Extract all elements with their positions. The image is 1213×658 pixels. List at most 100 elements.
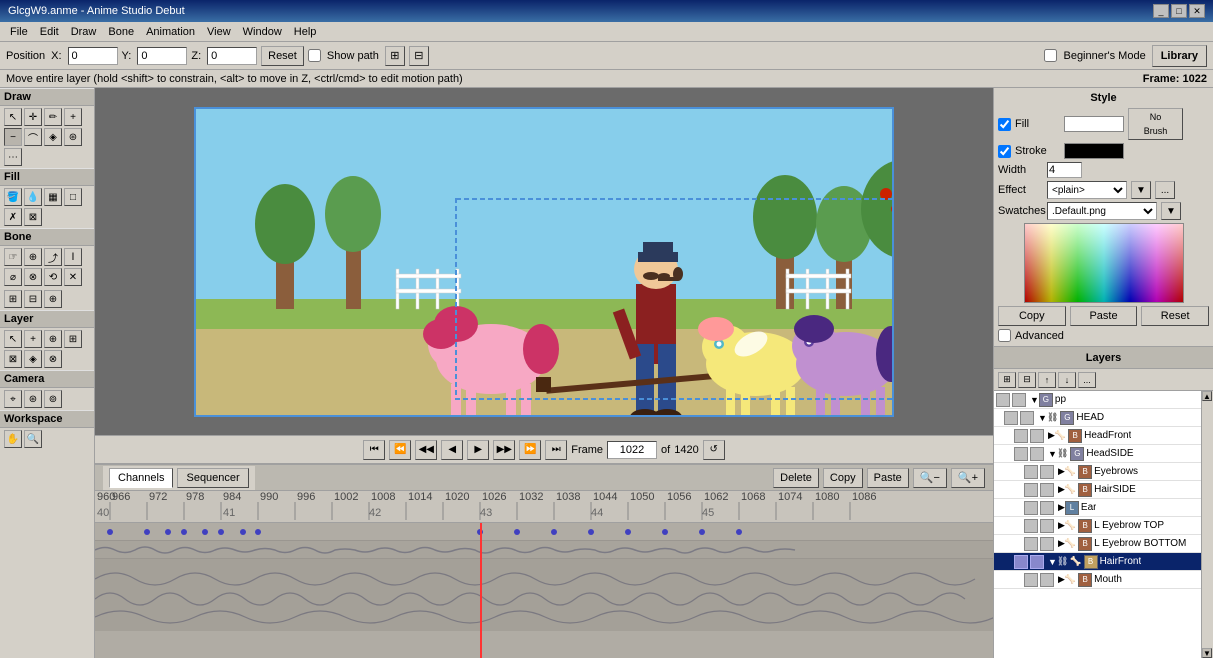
tool-select[interactable]: ↖ xyxy=(4,108,22,126)
layer-eye2-pp[interactable] xyxy=(1012,393,1026,407)
menu-animation[interactable]: Animation xyxy=(140,24,201,40)
tab-channels[interactable]: Channels xyxy=(109,468,173,488)
tool-draw[interactable]: ✏ xyxy=(44,108,62,126)
expand-button[interactable]: ⊞ xyxy=(385,46,405,66)
tool-zoom[interactable]: 🔍 xyxy=(24,430,42,448)
menu-file[interactable]: File xyxy=(4,24,34,40)
paste-style-button[interactable]: Paste xyxy=(1070,306,1138,326)
layer-eye2-hairfront[interactable] xyxy=(1030,555,1044,569)
x-input[interactable] xyxy=(68,47,118,65)
layer-eye2-mouth[interactable] xyxy=(1040,573,1054,587)
layer-eye-hairside[interactable] xyxy=(1024,483,1038,497)
minimize-button[interactable]: _ xyxy=(1153,4,1169,18)
layers-tool-more[interactable]: ... xyxy=(1078,372,1096,388)
layer-eye2-leyebrow-bottom[interactable] xyxy=(1040,537,1054,551)
y-input[interactable] xyxy=(137,47,187,65)
tool-delete-point[interactable]: − xyxy=(4,128,22,146)
layer-leyebrow-top[interactable]: ▶ 🦴 B L Eyebrow TOP xyxy=(994,517,1201,535)
no-brush-button[interactable]: NoBrush xyxy=(1128,108,1183,140)
scroll-up-button[interactable]: ▲ xyxy=(1202,391,1212,401)
layer-headside[interactable]: ▼ ⛓ G HeadSIDE xyxy=(994,445,1201,463)
menu-window[interactable]: Window xyxy=(237,24,288,40)
layer-eye-leyebrow-bottom[interactable] xyxy=(1024,537,1038,551)
step-back-button[interactable]: ◀◀ xyxy=(415,440,437,460)
layer-eye2-ear[interactable] xyxy=(1040,501,1054,515)
tool-layer-select[interactable]: ↖ xyxy=(4,330,22,348)
tool-layer-new[interactable]: ⊞ xyxy=(64,330,82,348)
layer-eye2-hairside[interactable] xyxy=(1040,483,1054,497)
layer-eye-headside[interactable] xyxy=(1014,447,1028,461)
tool-hide[interactable]: ◈ xyxy=(44,128,62,146)
layer-eye-mouth[interactable] xyxy=(1024,573,1038,587)
layer-eye2-head[interactable] xyxy=(1020,411,1034,425)
current-frame-input[interactable] xyxy=(607,441,657,459)
layers-tool-4[interactable]: ↓ xyxy=(1058,372,1076,388)
tool-bone-add[interactable]: ⊕ xyxy=(24,248,42,266)
shrink-button[interactable]: ⊟ xyxy=(409,46,429,66)
copy-button[interactable]: Copy xyxy=(823,468,863,488)
paste-button[interactable]: Paste xyxy=(867,468,909,488)
swatches-select[interactable]: .Default.png xyxy=(1047,202,1157,220)
layer-eye-headfront[interactable] xyxy=(1014,429,1028,443)
layer-eye-pp[interactable] xyxy=(996,393,1010,407)
layer-eyebrows[interactable]: ▶ 🦴 B Eyebrows xyxy=(994,463,1201,481)
menu-bone[interactable]: Bone xyxy=(102,24,140,40)
prev-keyframe-button[interactable]: ⏪ xyxy=(389,440,411,460)
layer-expand-mouth[interactable]: ▶ xyxy=(1058,574,1065,585)
reset-button[interactable]: Reset xyxy=(261,46,304,66)
tool-x2[interactable]: ⊠ xyxy=(24,208,42,226)
timeline-content[interactable]: 960 966 972 978 984 990 996 xyxy=(95,491,993,658)
layer-hairside[interactable]: ▶ 🦴 B HairSIDE xyxy=(994,481,1201,499)
go-to-start-button[interactable]: ⏮ xyxy=(363,440,385,460)
layer-pp[interactable]: ▼ G pp xyxy=(994,391,1201,409)
library-button[interactable]: Library xyxy=(1152,45,1207,67)
effect-select[interactable]: <plain> xyxy=(1047,181,1127,199)
tool-gradient[interactable]: ▦ xyxy=(44,188,62,206)
menu-draw[interactable]: Draw xyxy=(65,24,103,40)
layer-ear[interactable]: ▶ L Ear xyxy=(994,499,1201,517)
step-forward-button[interactable]: ▶▶ xyxy=(493,440,515,460)
show-path-checkbox[interactable] xyxy=(308,49,321,62)
tool-layer-x1[interactable]: ⊠ xyxy=(4,350,22,368)
layer-eye2-headfront[interactable] xyxy=(1030,429,1044,443)
tab-sequencer[interactable]: Sequencer xyxy=(177,468,248,488)
tool-bone-r3[interactable]: ⊕ xyxy=(44,290,62,308)
layer-eye2-leyebrow-top[interactable] xyxy=(1040,519,1054,533)
scroll-track[interactable] xyxy=(1202,401,1213,648)
layer-expand-hairfront[interactable]: ▼ xyxy=(1048,557,1057,567)
fill-color-swatch[interactable] xyxy=(1064,116,1124,132)
zoom-in-timeline-button[interactable]: 🔍+ xyxy=(951,468,985,488)
layer-eye-eyebrows[interactable] xyxy=(1024,465,1038,479)
color-picker[interactable] xyxy=(1024,223,1184,303)
width-input[interactable] xyxy=(1047,162,1082,178)
layer-expand-ear[interactable]: ▶ xyxy=(1058,502,1065,513)
layer-expand-headfront[interactable]: ▶ xyxy=(1048,430,1055,441)
stroke-color-swatch[interactable] xyxy=(1064,143,1124,159)
layer-eye-hairfront[interactable] xyxy=(1014,555,1028,569)
tool-layer-x2[interactable]: ◈ xyxy=(24,350,42,368)
layer-expand-leyebrow-top[interactable]: ▶ xyxy=(1058,520,1065,531)
layer-hairfront[interactable]: ▼ ⛓ 🦴 B HairFront xyxy=(994,553,1201,571)
layer-eye-head[interactable] xyxy=(1004,411,1018,425)
layer-eye2-eyebrows[interactable] xyxy=(1040,465,1054,479)
menu-help[interactable]: Help xyxy=(288,24,323,40)
tool-bone-r1[interactable]: ⊞ xyxy=(4,290,22,308)
layers-tool-3[interactable]: ↑ xyxy=(1038,372,1056,388)
tool-layer-zoom[interactable]: ⊕ xyxy=(44,330,62,348)
play-button[interactable]: ▶ xyxy=(467,440,489,460)
maximize-button[interactable]: □ xyxy=(1171,4,1187,18)
layer-leyebrow-bottom[interactable]: ▶ 🦴 B L Eyebrow BOTTOM xyxy=(994,535,1201,553)
tool-bone-r2[interactable]: ⊟ xyxy=(24,290,42,308)
layer-head[interactable]: ▼ ⛓ G HEAD xyxy=(994,409,1201,427)
layers-tool-1[interactable]: ⊞ xyxy=(998,372,1016,388)
tool-bone-flex[interactable]: ⟲ xyxy=(44,268,62,286)
tool-curvature[interactable]: ⌒ xyxy=(24,128,42,146)
layer-expand-headside[interactable]: ▼ xyxy=(1048,449,1057,459)
tool-pan[interactable]: ✋ xyxy=(4,430,22,448)
tool-bone-ik[interactable]: ⌀ xyxy=(4,268,22,286)
tool-bone-select[interactable]: ☞ xyxy=(4,248,22,266)
layer-eye-leyebrow-top[interactable] xyxy=(1024,519,1038,533)
layers-tool-2[interactable]: ⊟ xyxy=(1018,372,1036,388)
tool-transform[interactable]: ✛ xyxy=(24,108,42,126)
loop-button[interactable]: ↺ xyxy=(703,440,725,460)
